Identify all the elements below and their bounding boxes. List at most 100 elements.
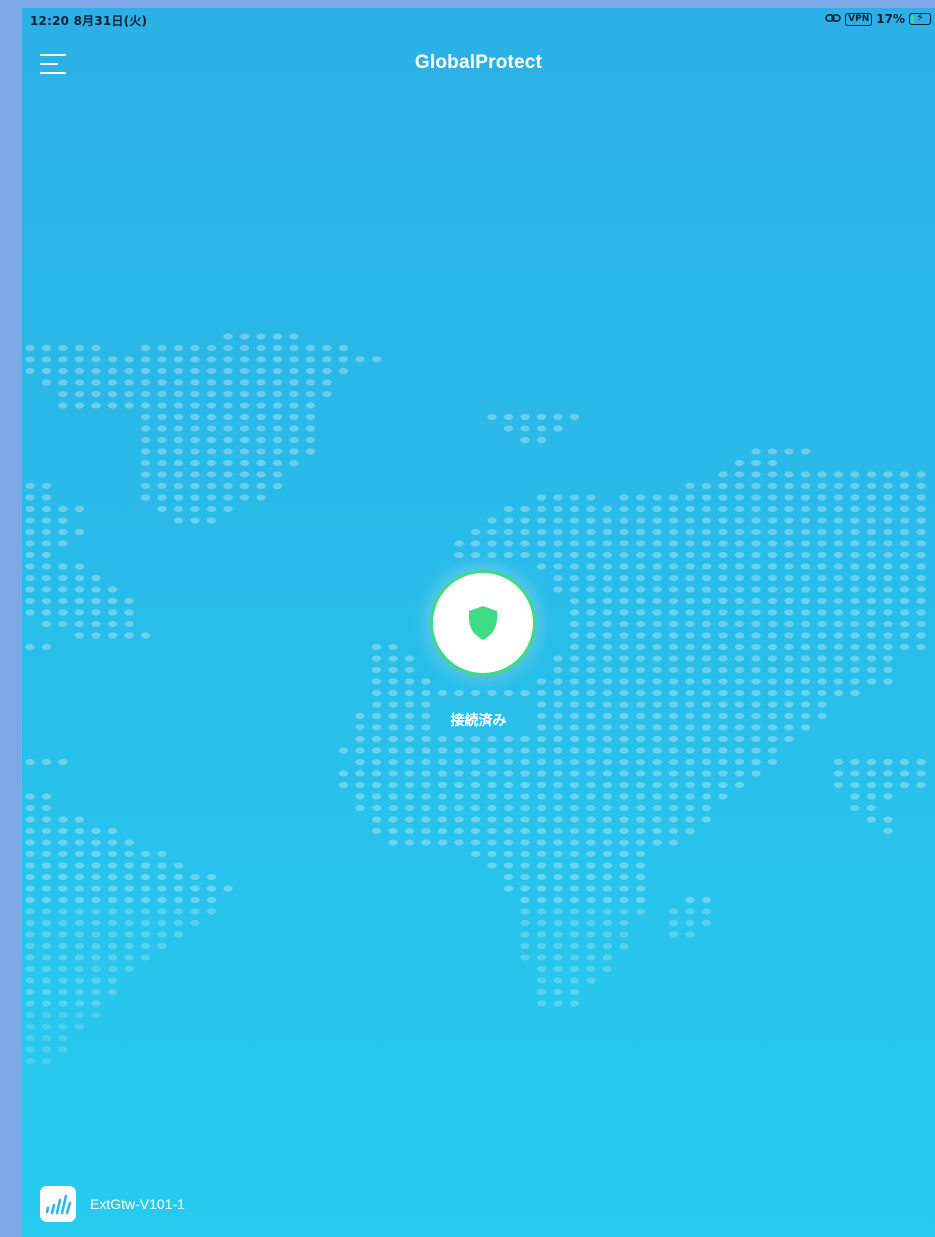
map-dot	[701, 735, 712, 743]
map-dot	[652, 563, 662, 570]
map-dot	[635, 517, 646, 524]
map-dot	[124, 873, 134, 881]
map-dot	[586, 862, 596, 869]
map-dot	[404, 839, 415, 846]
map-dot	[58, 540, 68, 547]
map-dot	[58, 908, 68, 915]
map-dot	[553, 781, 563, 789]
map-dot	[602, 643, 613, 651]
connect-button[interactable]	[430, 570, 536, 676]
map-dot	[833, 528, 844, 536]
map-dot	[388, 758, 398, 766]
map-dot	[817, 666, 827, 674]
map-dot	[190, 908, 200, 915]
map-dot	[520, 942, 530, 950]
map-dot	[734, 517, 745, 524]
map-dot	[850, 770, 860, 777]
map-dot	[850, 666, 860, 674]
map-dot	[404, 758, 415, 766]
map-dot	[536, 839, 547, 846]
map-dot	[223, 402, 233, 409]
map-dot	[767, 471, 778, 478]
map-dot	[569, 770, 580, 777]
map-dot	[124, 632, 134, 639]
map-dot	[916, 540, 926, 547]
map-dot	[454, 827, 464, 835]
map-dot	[652, 551, 662, 559]
map-dot	[206, 505, 217, 513]
map-dot	[883, 666, 893, 674]
map-dot	[190, 436, 200, 444]
map-dot	[338, 770, 349, 777]
map-dot	[586, 517, 596, 524]
map-dot	[41, 367, 52, 375]
map-dot	[553, 528, 563, 536]
map-dot	[817, 655, 827, 662]
map-dot	[668, 517, 679, 524]
map-dot	[371, 747, 382, 754]
map-dot	[404, 816, 415, 823]
map-dot	[784, 471, 794, 478]
map-dot	[157, 459, 167, 467]
map-dot	[569, 689, 580, 697]
gateway-selector[interactable]: ExtGtw-V101-1	[40, 1186, 185, 1222]
map-dot	[569, 678, 580, 685]
map-dot	[190, 390, 200, 398]
map-dot	[850, 643, 860, 651]
map-dot	[866, 666, 877, 674]
map-dot	[883, 540, 893, 547]
map-dot	[850, 620, 860, 628]
map-dot	[107, 586, 118, 593]
map-dot	[619, 758, 629, 766]
map-dot	[734, 701, 745, 708]
map-dot	[305, 402, 316, 409]
map-dot	[569, 747, 580, 754]
map-dot	[685, 896, 695, 904]
map-dot	[817, 482, 827, 490]
app-title: GlobalProtect	[414, 52, 543, 73]
map-dot	[833, 781, 844, 789]
map-dot	[767, 735, 778, 743]
map-dot	[140, 402, 151, 409]
map-dot	[602, 908, 613, 915]
map-dot	[454, 540, 464, 547]
map-dot	[751, 563, 761, 570]
map-dot	[866, 804, 877, 812]
map-dot	[173, 402, 184, 409]
map-dot	[899, 781, 910, 789]
map-dot	[536, 816, 547, 823]
map-dot	[833, 770, 844, 777]
map-dot	[140, 942, 151, 950]
map-dot	[173, 482, 184, 490]
map-dot	[701, 643, 712, 651]
map-dot	[536, 827, 547, 835]
map-dot	[157, 379, 167, 386]
map-dot	[619, 873, 629, 881]
map-dot	[734, 597, 745, 605]
map-dot	[421, 804, 431, 812]
map-dot	[833, 551, 844, 559]
map-dot	[289, 425, 299, 432]
map-dot	[866, 574, 877, 582]
map-dot	[718, 586, 728, 593]
map-dot	[470, 689, 481, 697]
map-dot	[668, 643, 679, 651]
map-dot	[272, 390, 283, 398]
map-dot	[58, 919, 68, 927]
map-dot	[58, 620, 68, 628]
map-dot	[289, 413, 299, 421]
map-dot	[553, 701, 563, 708]
map-dot	[553, 850, 563, 858]
map-dot	[800, 471, 811, 478]
map-dot	[91, 344, 101, 352]
map-dot	[536, 942, 547, 950]
map-dot	[569, 586, 580, 593]
map-dot	[569, 655, 580, 662]
map-dot	[586, 804, 596, 812]
map-dot	[569, 701, 580, 708]
map-dot	[91, 1011, 101, 1019]
map-dot	[173, 896, 184, 904]
map-dot	[553, 425, 563, 432]
map-dot	[503, 873, 514, 881]
map-dot	[239, 367, 250, 375]
